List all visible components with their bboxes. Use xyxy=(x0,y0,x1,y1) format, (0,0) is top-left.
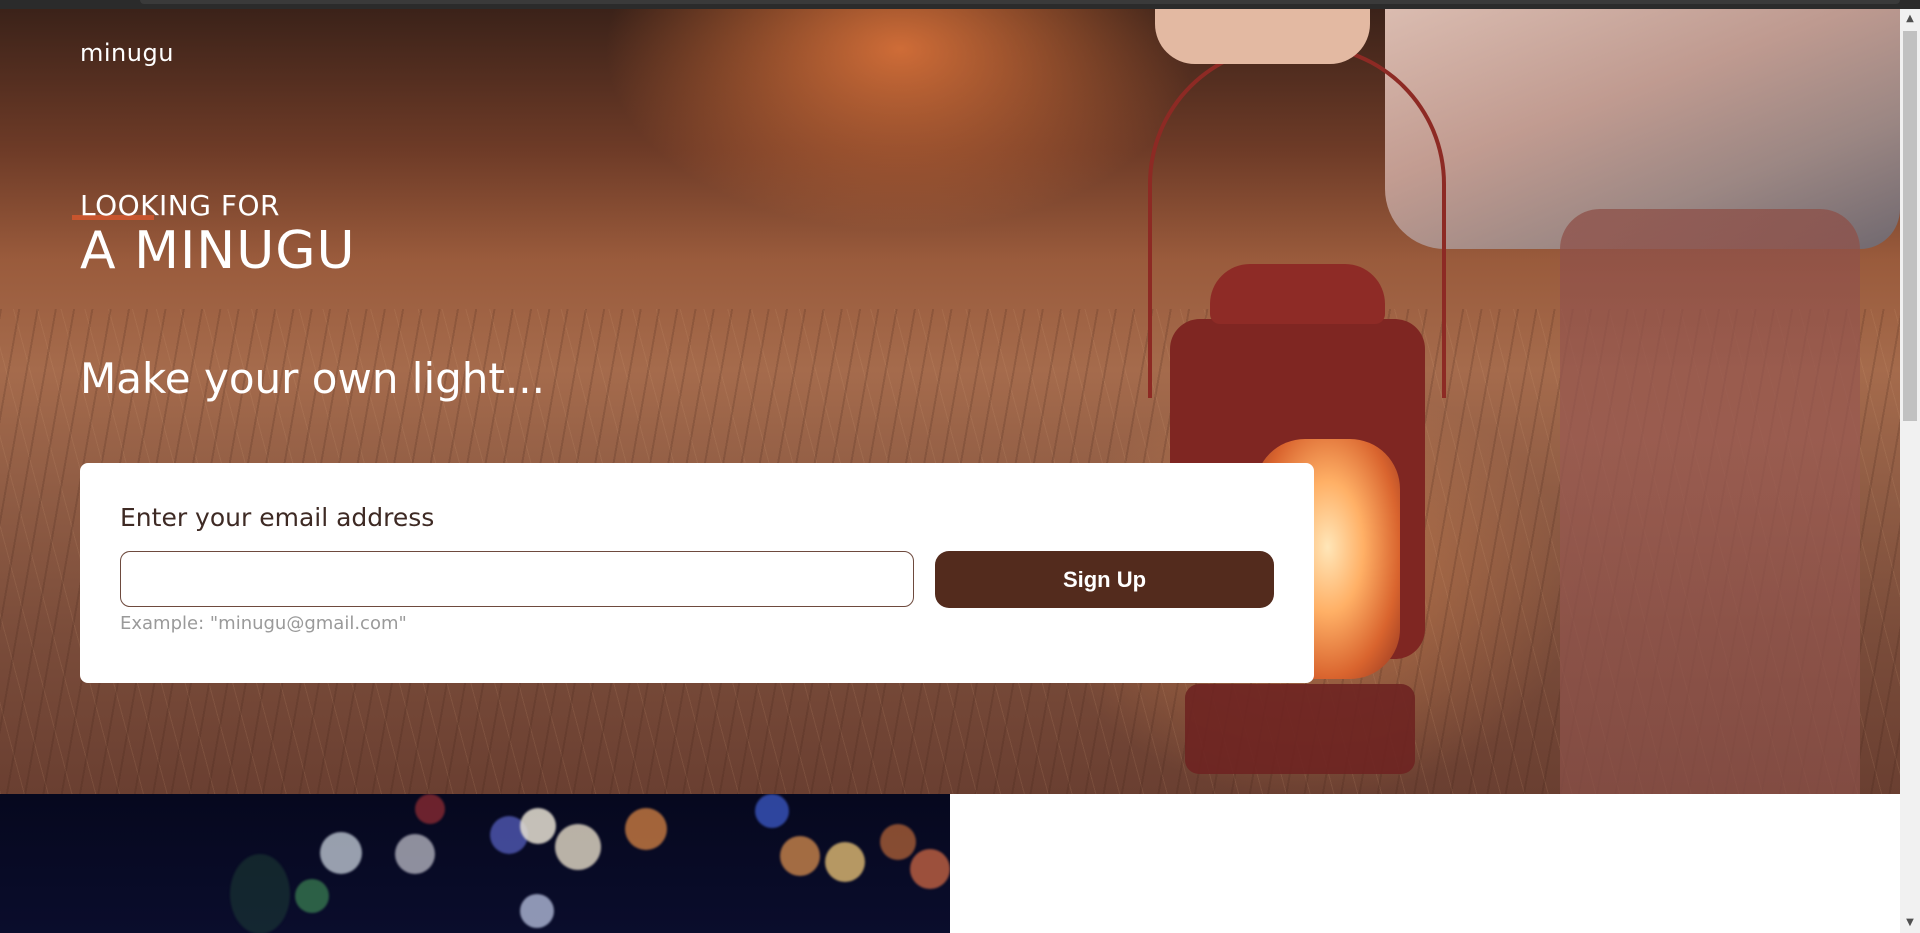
vertical-scrollbar[interactable]: ▲ ▼ xyxy=(1900,9,1920,933)
bokeh-light xyxy=(625,808,667,850)
lantern-base xyxy=(1185,684,1415,774)
bokeh-light xyxy=(755,794,789,828)
bokeh-light xyxy=(520,808,556,844)
bokeh-light xyxy=(910,849,950,889)
scroll-down-icon[interactable]: ▼ xyxy=(1900,913,1920,933)
bokeh-light xyxy=(395,834,435,874)
bokeh-light xyxy=(520,894,554,928)
scroll-up-icon[interactable]: ▲ xyxy=(1900,9,1920,29)
bokeh-light xyxy=(555,824,601,870)
scrollbar-thumb[interactable] xyxy=(1903,31,1917,421)
browser-tab-edge xyxy=(140,0,1900,4)
hero-tagline: Make your own light... xyxy=(80,354,545,403)
signup-card: Enter your email address Sign Up Example… xyxy=(80,463,1314,683)
bokeh-light xyxy=(415,794,445,824)
bokeh-light xyxy=(825,842,865,882)
bokeh-night-image xyxy=(0,794,950,933)
bokeh-light xyxy=(230,854,290,933)
bokeh-light xyxy=(295,879,329,913)
lantern-cap xyxy=(1210,264,1385,324)
bokeh-light xyxy=(780,836,820,876)
bokeh-light xyxy=(880,824,916,860)
hero-banner: minugu LOOKING FOR A MINUGU Make your ow… xyxy=(0,9,1900,794)
hero-image-legs xyxy=(1560,209,1860,794)
brand-logo[interactable]: minugu xyxy=(80,39,174,67)
content-section xyxy=(950,794,1900,933)
email-example-hint: Example: "minugu@gmail.com" xyxy=(120,613,407,634)
sign-up-button[interactable]: Sign Up xyxy=(935,551,1274,608)
email-input[interactable] xyxy=(120,551,914,607)
browser-top-strip xyxy=(0,0,1920,9)
hero-headline: A MINUGU xyxy=(80,221,356,281)
hero-kicker: LOOKING FOR xyxy=(80,189,280,222)
hero-image-hand xyxy=(1155,9,1370,64)
bokeh-light xyxy=(320,832,362,874)
email-label: Enter your email address xyxy=(120,503,435,532)
